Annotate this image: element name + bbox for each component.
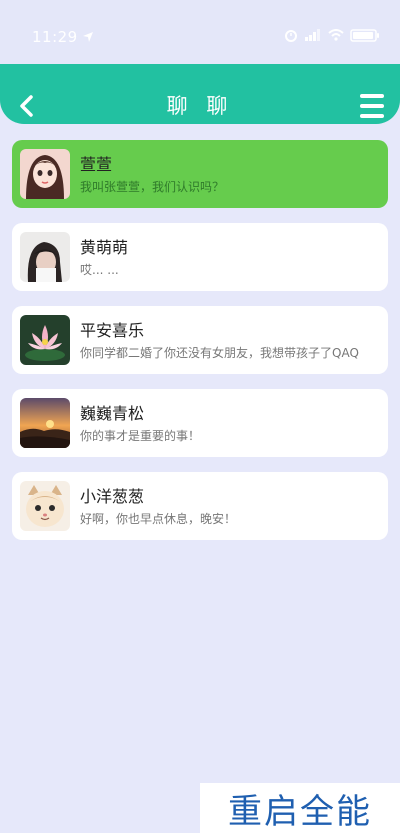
time-label: 11:29 [32,28,78,46]
chat-item-weiweiqingsong[interactable]: 巍巍青松 你的事才是重要的事！ [12,389,388,457]
avatar [20,232,70,282]
chat-last-message: 你的事才是重要的事！ [80,429,201,443]
chat-last-message: 哎... ... [80,263,119,277]
menu-bar-icon [360,104,384,108]
avatar [20,315,70,365]
status-icons [284,28,380,42]
watermark-text: 重启全能 [228,791,372,832]
status-time: 11:29 [32,28,94,46]
chat-name: 萱萱 [80,155,113,174]
chat-name: 巍巍青松 [80,404,145,423]
watermark-logo: 重启全能 [200,783,400,833]
chat-last-message: 我叫张萱萱，我们认识吗？ [80,180,225,194]
chat-last-message: 好啊，你也早点休息，晚安！ [80,512,237,526]
alarm-icon [285,30,297,42]
chat-last-message: 你同学都二婚了你还没有女朋友，我想带孩子了QAQ [80,346,359,360]
chat-name: 黄萌萌 [80,238,129,257]
lotus-flower-avatar-icon [20,315,70,365]
battery-icon [350,28,379,42]
menu-button[interactable] [360,94,388,118]
status-bar: 11:29 [0,0,400,64]
girl-photo-avatar-icon [20,232,70,282]
avatar [20,481,70,531]
chat-name: 小洋葱葱 [80,487,145,506]
page-title: 聊 聊 [166,94,234,118]
location-arrow-icon [82,32,93,42]
cat-avatar-icon [20,481,70,531]
avatar [20,398,70,448]
chat-item-xuanxuan[interactable]: 萱萱 我叫张萱萱，我们认识吗？ [12,140,388,208]
wifi-icon [328,29,344,41]
chat-name: 平安喜乐 [80,321,145,340]
signal-icon [305,29,320,41]
chat-list: 萱萱 我叫张萱萱，我们认识吗？ 黄萌萌 哎... ... 平安喜乐 你同学都二婚… [12,140,388,555]
app-header: 聊 聊 [0,64,400,124]
chat-item-pinganxile[interactable]: 平安喜乐 你同学都二婚了你还没有女朋友，我想带孩子了QAQ [12,306,388,374]
chat-item-xiaoyangcongcong[interactable]: 小洋葱葱 好啊，你也早点休息，晚安！ [12,472,388,540]
menu-bar-icon [360,114,384,118]
menu-bar-icon [360,94,384,98]
chat-item-huangmengmeng[interactable]: 黄萌萌 哎... ... [12,223,388,291]
avatar [20,149,70,199]
cartoon-girl-avatar-icon [20,149,70,199]
sunset-landscape-avatar-icon [20,398,70,448]
